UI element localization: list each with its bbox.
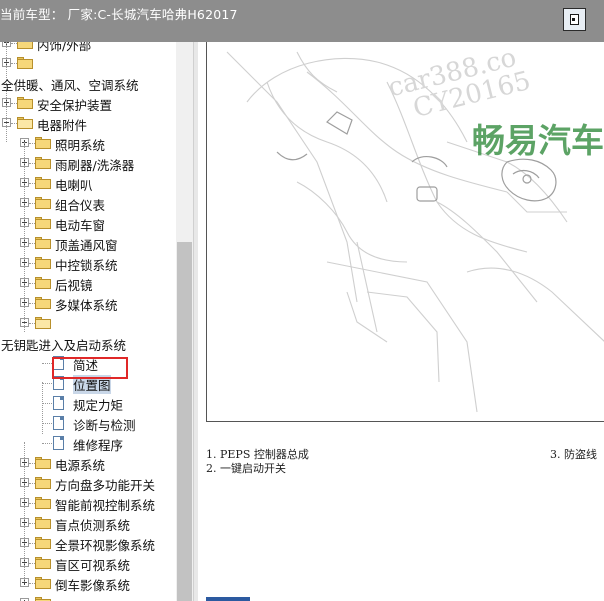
watermark-brand: 畅易汽车: [472, 121, 604, 160]
tree-item-label[interactable]: 维修程序: [73, 435, 123, 454]
tree-item[interactable]: [0, 313, 176, 333]
scrollbar-thumb[interactable]: [177, 242, 192, 601]
tree-item[interactable]: 安全保护装置: [0, 93, 176, 113]
tree-scrollbar[interactable]: [176, 42, 193, 601]
tree-item[interactable]: 电器附件: [0, 113, 176, 133]
folder-icon: [35, 517, 51, 529]
tree-item-label[interactable]: 电动车窗: [55, 215, 105, 234]
folder-icon: [17, 57, 33, 69]
tree-item[interactable]: 组合仪表: [0, 193, 176, 213]
tree-item[interactable]: 诊断与检测: [0, 413, 176, 433]
tree-item-label[interactable]: 组合仪表: [55, 195, 105, 214]
folder-icon: [35, 297, 51, 309]
tree-item-label[interactable]: 照明系统: [55, 135, 105, 154]
folder-icon: [35, 137, 51, 149]
page-indicator: [206, 597, 250, 601]
tree-item-label[interactable]: 安全保护装置: [37, 95, 112, 114]
tree-item[interactable]: 中控锁系统: [0, 253, 176, 273]
folder-icon: [17, 42, 33, 49]
caption-item-3: 3. 防盗线: [550, 448, 597, 461]
tree-item-label[interactable]: 顶盖通风窗: [55, 235, 118, 254]
selection-highlight-box: [52, 357, 128, 379]
tree-item-label[interactable]: 智能前视控制系统: [55, 495, 155, 514]
tree-item-label[interactable]: 多媒体系统: [55, 295, 118, 314]
tree-item[interactable]: 全供暖、通风、空调系统: [0, 73, 176, 93]
caption-item-2: 2. 一键启动开关: [206, 462, 286, 475]
document-icon: [53, 436, 64, 450]
tree-item-label[interactable]: 电源系统: [55, 455, 105, 474]
tree-item-label[interactable]: 诊断与检测: [73, 415, 136, 434]
current-vehicle-title: 当前车型： 厂家:C-长城汽车哈弗H62017: [0, 7, 238, 22]
title-bar: 当前车型： 厂家:C-长城汽车哈弗H62017: [0, 0, 604, 42]
tree-item-label[interactable]: 雨刷器/洗涤器: [55, 155, 134, 174]
window-toggle-button[interactable]: [563, 8, 586, 31]
tree-item[interactable]: 顶盖通风窗: [0, 233, 176, 253]
folder-icon: [35, 477, 51, 489]
folder-icon: [35, 577, 51, 589]
tree-item-label[interactable]: 无钥匙进入及启动系统: [1, 335, 126, 354]
tree-item[interactable]: 规定力矩: [0, 393, 176, 413]
document-icon: [53, 396, 64, 410]
tree-item[interactable]: 维修程序: [0, 433, 176, 453]
folder-icon: [17, 97, 33, 109]
tree-item-label[interactable]: 电喇叭: [55, 175, 93, 194]
folder-icon: [35, 557, 51, 569]
folder-icon: [35, 197, 51, 209]
tree-item[interactable]: 电源系统: [0, 453, 176, 473]
tree-item[interactable]: 照明系统: [0, 133, 176, 153]
tree-item-label[interactable]: 电器附件: [37, 115, 87, 134]
tree-item[interactable]: 方向盘多功能开关: [0, 473, 176, 493]
tree-item[interactable]: 多媒体系统: [0, 293, 176, 313]
tree-item[interactable]: 全景环视影像系统: [0, 533, 176, 553]
tree-item-label[interactable]: 后视镜: [55, 275, 93, 294]
tree-item-label[interactable]: 倒车影像系统: [55, 575, 130, 594]
tree-item-label[interactable]: 中控锁系统: [55, 255, 118, 274]
folder-icon: [35, 177, 51, 189]
tree-item[interactable]: 电动车窗: [0, 213, 176, 233]
tree-item-label[interactable]: 方向盘多功能开关: [55, 475, 155, 494]
folder-icon: [35, 457, 51, 469]
document-view: car388.co CY20165 畅易汽车 1. PEPS 控制器总成 2. …: [198, 42, 604, 601]
folder-icon: [35, 597, 51, 601]
tree-item[interactable]: 智能前视控制系统: [0, 493, 176, 513]
tree-item-label[interactable]: 盲区可视系统: [55, 555, 130, 574]
tree-item[interactable]: 盲区可视系统: [0, 553, 176, 573]
folder-icon: [35, 277, 51, 289]
tree-item[interactable]: 盲点侦测系统: [0, 513, 176, 533]
tree-item[interactable]: [0, 593, 176, 601]
tree-item[interactable]: 雨刷器/洗涤器: [0, 153, 176, 173]
folder-icon: [35, 237, 51, 249]
folder-open-icon: [35, 317, 51, 329]
tree-item-label[interactable]: 全供暖、通风、空调系统: [1, 75, 139, 94]
document-icon: [53, 416, 64, 430]
tree-item[interactable]: 倒车影像系统: [0, 573, 176, 593]
location-diagram: car388.co CY20165 畅易汽车: [206, 42, 604, 422]
folder-icon: [35, 217, 51, 229]
tree-item[interactable]: [0, 53, 176, 73]
tree-item-label[interactable]: 盲点侦测系统: [55, 515, 130, 534]
folder-open-icon: [17, 117, 33, 129]
tree-item-label[interactable]: 全景环视影像系统: [55, 535, 155, 554]
tree-item-label[interactable]: 规定力矩: [73, 395, 123, 414]
tree-item[interactable]: 电喇叭: [0, 173, 176, 193]
tree-item[interactable]: 内饰/外部: [0, 42, 176, 53]
tree-item[interactable]: 无钥匙进入及启动系统: [0, 333, 176, 353]
folder-icon: [35, 157, 51, 169]
navigation-tree: 内饰/外部全供暖、通风、空调系统 安全保护装置 电器附件 照明系统 雨刷器/洗涤器 电喇叭…: [0, 42, 176, 601]
tree-item[interactable]: 后视镜: [0, 273, 176, 293]
folder-icon: [35, 537, 51, 549]
folder-icon: [35, 257, 51, 269]
folder-icon: [35, 497, 51, 509]
